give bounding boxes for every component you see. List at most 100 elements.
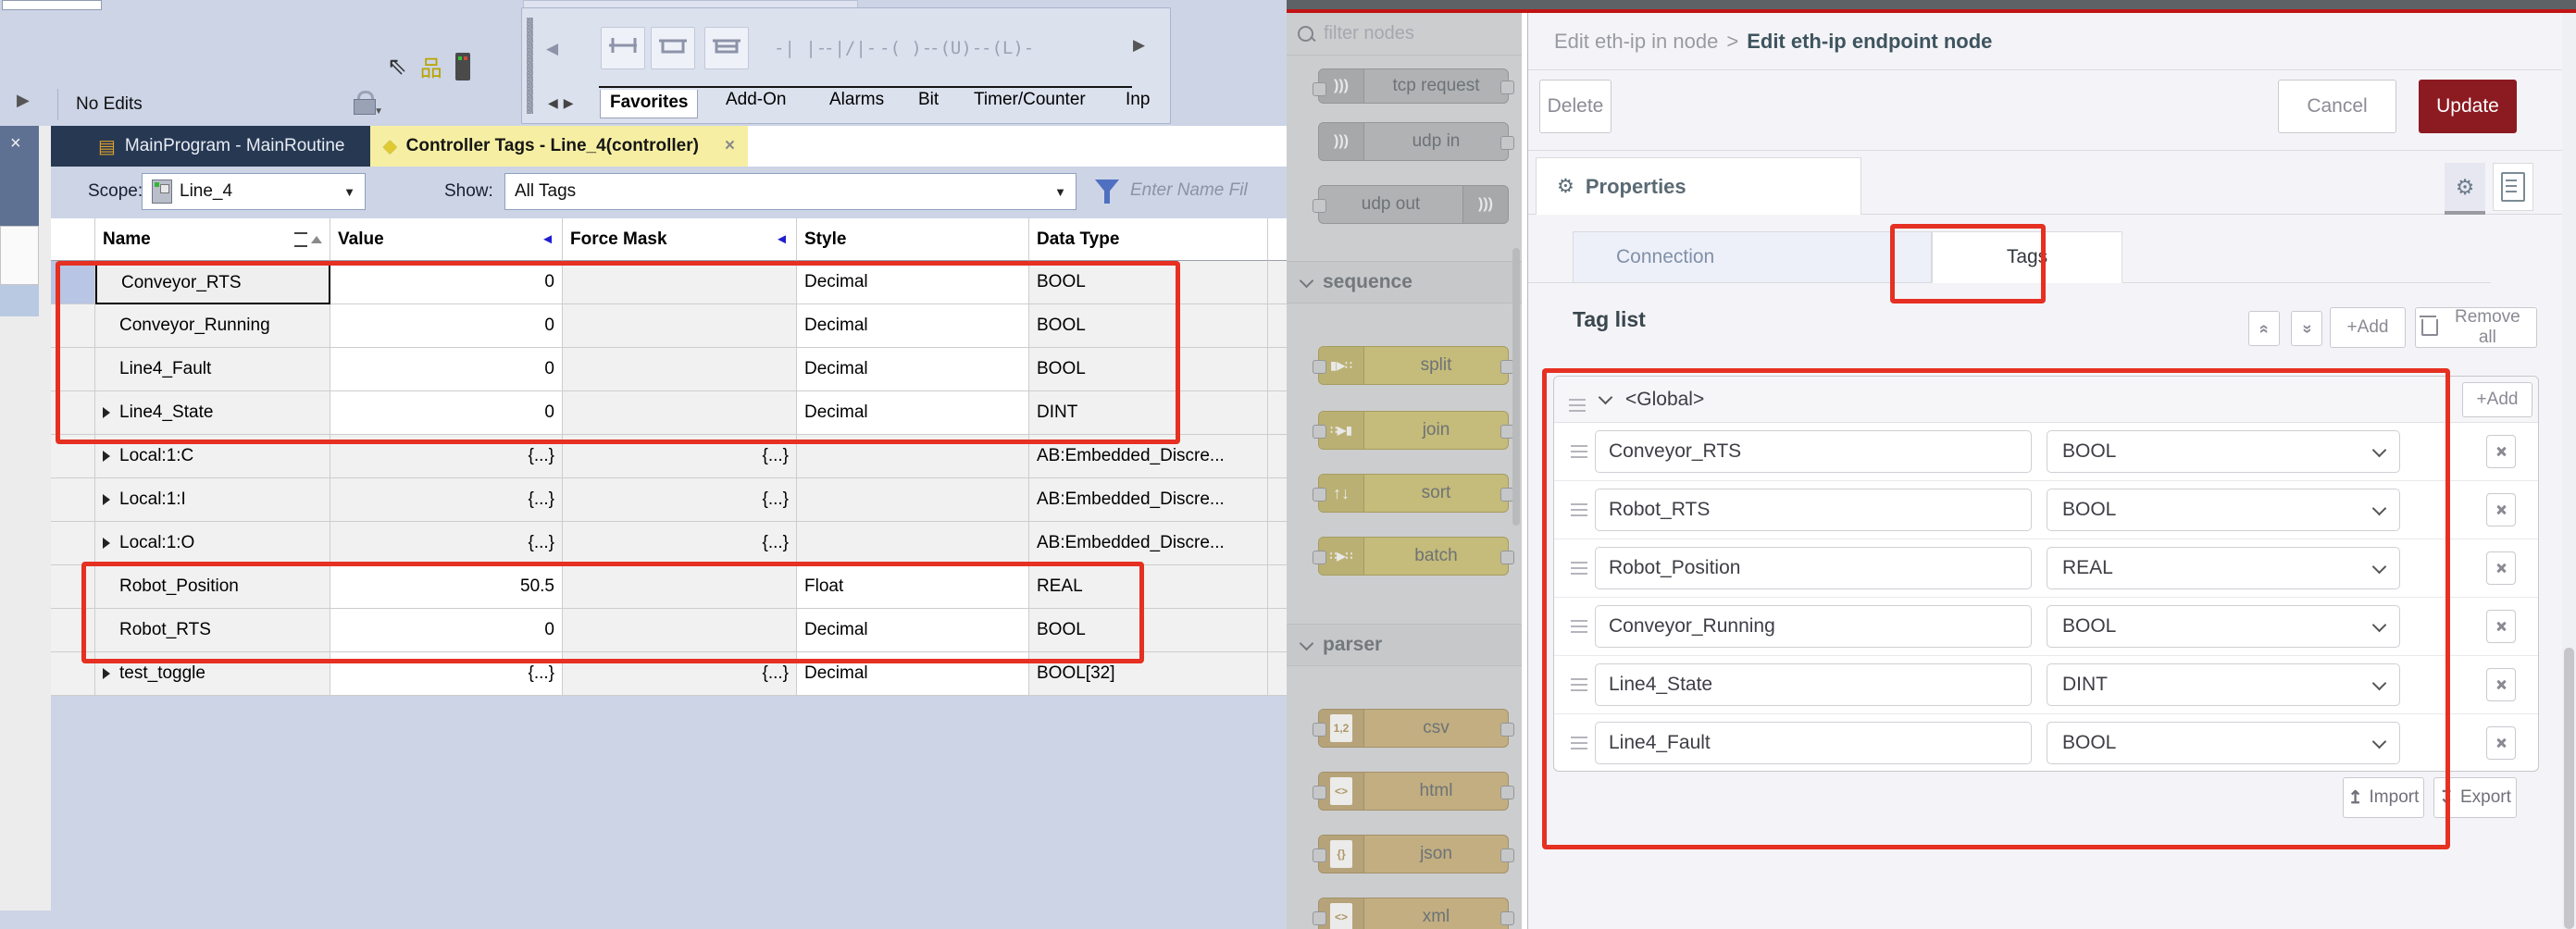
instruction-tab-favorites[interactable]: Favorites	[600, 90, 698, 118]
palette-scrollbar[interactable]	[1512, 248, 1520, 526]
node-input-port[interactable]	[1313, 551, 1326, 564]
drag-handle-icon[interactable]	[1571, 562, 1587, 564]
style-cell[interactable]	[797, 478, 1029, 522]
palette-node-split[interactable]: ▮▶∷ split	[1318, 346, 1509, 385]
close-panel-icon[interactable]: ×	[10, 133, 21, 155]
otu-instruction-icon[interactable]: -(U)-	[929, 38, 982, 58]
style-cell[interactable]: Decimal	[797, 609, 1029, 652]
tag-name-input[interactable]	[1595, 605, 2032, 648]
palette-node-udp-in[interactable]: ))) udp in	[1318, 122, 1509, 161]
node-input-port[interactable]	[1313, 911, 1326, 925]
row-selector-cell[interactable]	[51, 478, 95, 522]
tag-name-cell[interactable]: Robot_RTS	[95, 609, 330, 652]
force-mask-cell[interactable]: {...}	[563, 652, 797, 696]
remove-tag-button[interactable]	[2486, 726, 2516, 760]
tag-type-select[interactable]: REAL	[2047, 547, 2400, 589]
tag-name-cell[interactable]: test_toggle	[95, 652, 330, 696]
palette-node-csv[interactable]: 1,2 csv	[1318, 709, 1509, 748]
row-selector-cell[interactable]	[51, 435, 95, 478]
force-mask-cell[interactable]	[563, 304, 797, 348]
tag-value-cell[interactable]: 0	[330, 391, 563, 435]
node-input-port[interactable]	[1313, 723, 1326, 737]
row-selector-cell[interactable]	[51, 391, 95, 435]
force-mask-cell[interactable]	[563, 261, 797, 304]
palette-node-udp-out[interactable]: udp out )))	[1318, 185, 1509, 224]
palette-node-json[interactable]: {} json	[1318, 835, 1509, 873]
tag-value-cell[interactable]: {...}	[330, 652, 563, 696]
style-cell[interactable]: Decimal	[797, 261, 1029, 304]
style-cell[interactable]: Decimal	[797, 652, 1029, 696]
tab-scroll-arrows[interactable]: ◀▶	[548, 95, 579, 111]
tag-value-cell[interactable]: {...}	[330, 478, 563, 522]
column-header-style[interactable]: Style	[797, 218, 1029, 261]
data-type-cell[interactable]: BOOL	[1029, 304, 1268, 348]
style-cell[interactable]: Decimal	[797, 304, 1029, 348]
tag-name-cell[interactable]: Local:1:O	[95, 522, 330, 565]
group-add-tag-button[interactable]: +Add	[2462, 382, 2532, 417]
tag-name-cell[interactable]: Local:1:I	[95, 478, 330, 522]
tag-value-cell[interactable]: 0	[330, 609, 563, 652]
remove-tag-button[interactable]	[2486, 493, 2516, 526]
scroll-left-icon[interactable]: ◀	[546, 40, 558, 58]
data-type-cell[interactable]: AB:Embedded_Discre...	[1029, 522, 1268, 565]
style-cell[interactable]: Decimal	[797, 391, 1029, 435]
style-cell[interactable]	[797, 522, 1029, 565]
new-branch-button[interactable]	[651, 27, 695, 69]
drag-handle-icon[interactable]	[1571, 620, 1587, 622]
row-selector-cell[interactable]	[51, 304, 95, 348]
palette-node-html[interactable]: <> html	[1318, 772, 1509, 811]
instruction-tab-bit[interactable]: Bit	[918, 90, 939, 110]
expand-icon[interactable]	[103, 538, 110, 549]
drag-handle-icon[interactable]	[1571, 737, 1587, 738]
drag-handle-icon[interactable]	[1569, 399, 1586, 401]
data-type-cell[interactable]: BOOL	[1029, 609, 1268, 652]
node-output-port[interactable]	[1500, 911, 1514, 925]
tag-type-select[interactable]: BOOL	[2047, 430, 2400, 473]
tag-value-cell[interactable]: 50.5	[330, 565, 563, 609]
tab-connection[interactable]: Connection	[1573, 231, 1932, 283]
import-button[interactable]: ↥Import	[2343, 777, 2424, 818]
column-header-datatype[interactable]: Data Type	[1029, 218, 1268, 261]
rung-dropdown-arrow-icon[interactable]: ▶	[17, 91, 30, 110]
remove-tag-button[interactable]	[2486, 668, 2516, 701]
data-type-cell[interactable]: AB:Embedded_Discre...	[1029, 478, 1268, 522]
tag-name-input[interactable]	[1595, 722, 2032, 764]
node-settings-button[interactable]: ⚙	[2445, 163, 2485, 211]
instruction-tab-addon[interactable]: Add-On	[726, 90, 786, 110]
xio-instruction-icon[interactable]: -|/|-	[824, 38, 877, 58]
tag-type-select[interactable]: BOOL	[2047, 722, 2400, 764]
expand-icon[interactable]	[103, 494, 110, 505]
table-row[interactable]: Line4_Fault 0 Decimal BOOL	[51, 348, 1287, 391]
force-mask-cell[interactable]	[563, 565, 797, 609]
node-input-port[interactable]	[1313, 488, 1326, 502]
expand-icon[interactable]	[103, 451, 110, 462]
node-output-port[interactable]	[1500, 81, 1514, 94]
table-row[interactable]: Local:1:O {...} {...} AB:Embedded_Discre…	[51, 522, 1287, 565]
data-type-cell[interactable]: BOOL[32]	[1029, 652, 1268, 696]
tag-name-input[interactable]	[1595, 489, 2032, 531]
network-path-icon[interactable]: 品	[420, 50, 442, 82]
table-row[interactable]: Local:1:C {...} {...} AB:Embedded_Discre…	[51, 435, 1287, 478]
node-input-port[interactable]	[1313, 425, 1326, 439]
tag-name-cell[interactable]: Line4_Fault	[95, 348, 330, 391]
tag-value-cell[interactable]: {...}	[330, 522, 563, 565]
add-tag-button[interactable]: +Add	[2330, 307, 2406, 348]
row-selector-cell[interactable]	[51, 522, 95, 565]
palette-node-sort[interactable]: ↑↓ sort	[1318, 474, 1509, 513]
drag-handle-icon[interactable]	[1571, 678, 1587, 680]
palette-node-join[interactable]: ∷▶▮ join	[1318, 411, 1509, 450]
row-selector-cell[interactable]	[51, 348, 95, 391]
show-dropdown[interactable]: All Tags ▼	[504, 173, 1076, 210]
force-mask-cell[interactable]: {...}	[563, 522, 797, 565]
scroll-right-icon[interactable]: ▶	[1133, 36, 1145, 55]
palette-node-xml[interactable]: <> xml	[1318, 898, 1509, 929]
ote-instruction-icon[interactable]: -( )-	[879, 38, 932, 58]
table-row[interactable]: Conveyor_RTS 0 Decimal BOOL	[51, 261, 1287, 304]
row-selector-cell[interactable]	[51, 609, 95, 652]
tag-name-cell[interactable]: Line4_State	[95, 391, 330, 435]
node-input-port[interactable]	[1313, 786, 1326, 799]
tag-value-cell[interactable]: 0	[330, 261, 563, 304]
remove-tag-button[interactable]	[2486, 610, 2516, 643]
node-output-port[interactable]	[1500, 551, 1514, 564]
tag-group-header[interactable]: <Global> +Add	[1554, 377, 2538, 423]
